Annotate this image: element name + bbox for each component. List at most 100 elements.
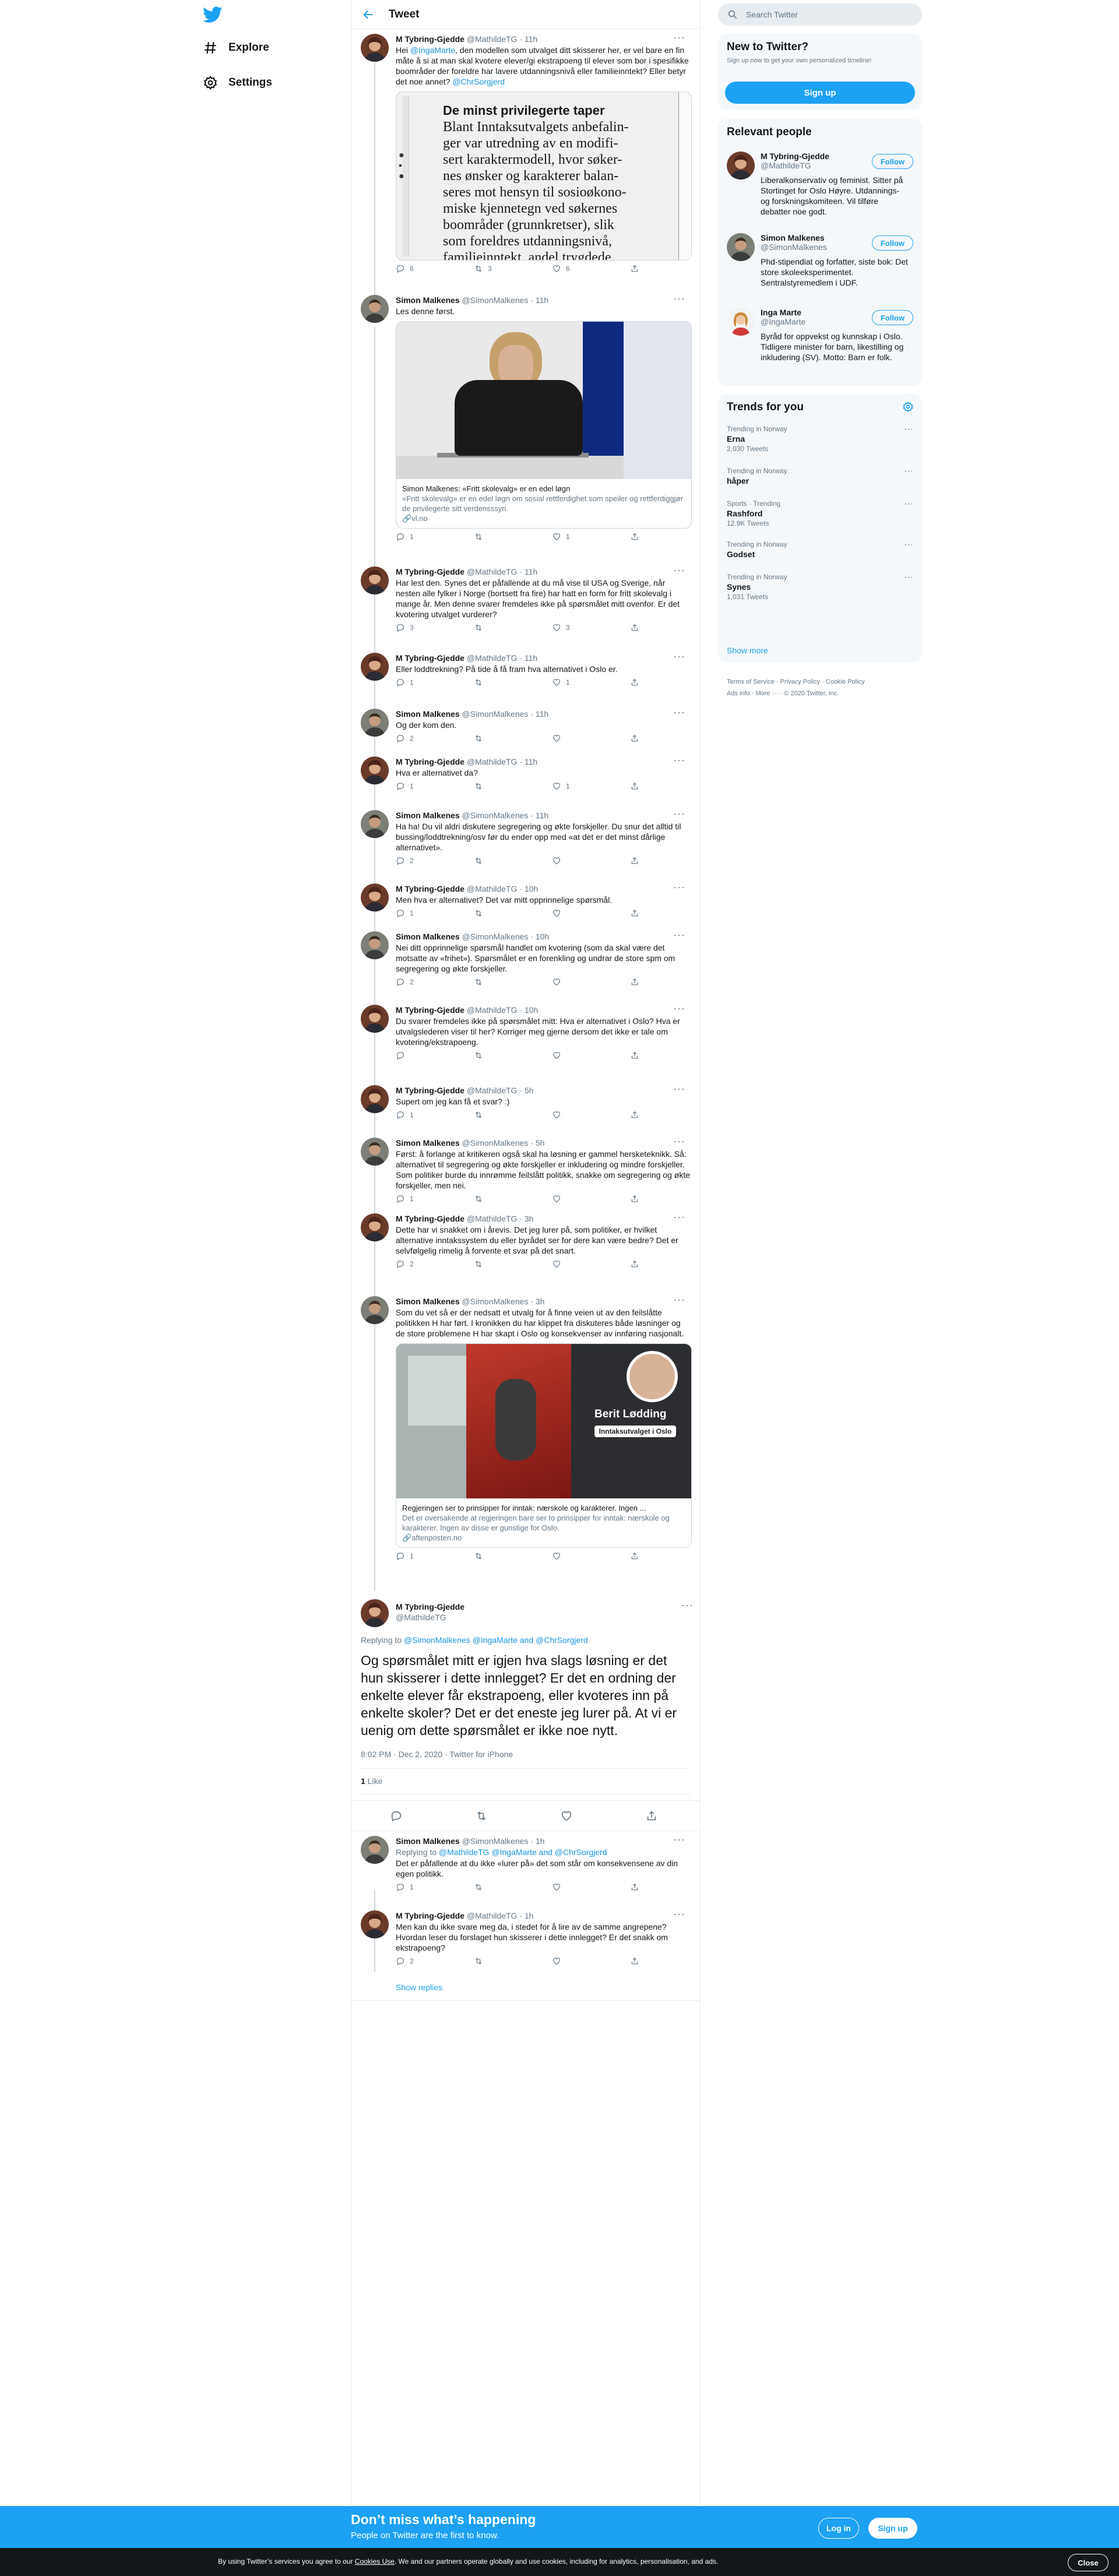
like-button[interactable] [552,856,566,865]
retweet-button[interactable] [474,1882,488,1892]
more-icon[interactable]: ··· [673,650,685,662]
avatar[interactable] [361,1138,389,1166]
person-handle[interactable]: @IngaMarte [761,317,871,326]
reply-button[interactable]: 3 [396,623,414,632]
more-icon[interactable]: ··· [673,929,685,941]
more-icon[interactable]: ··· [904,572,913,583]
more-icon[interactable]: ··· [673,1002,685,1014]
show-more-link[interactable]: Show more [727,646,768,655]
retweet-button[interactable] [474,1956,488,1966]
reply-button[interactable]: 1 [396,1882,414,1892]
author-name[interactable]: Simon Malkenes [396,932,460,941]
author-handle[interactable]: @SimonMalkenes [462,1836,529,1846]
reply-button[interactable]: 2 [396,734,414,743]
settings-gear-icon[interactable] [902,401,914,416]
like-button[interactable] [552,1956,566,1966]
reply-button[interactable] [396,1051,410,1060]
author-name[interactable]: M Tybring-Gjedde [396,1602,465,1612]
retweet-button[interactable] [474,678,488,687]
mention-link[interactable]: @IngaMarte [410,45,455,55]
avatar[interactable] [361,1213,389,1241]
more-icon[interactable]: ··· [673,706,685,718]
trend-item[interactable]: Sports · Trending Rashford 12.9K Tweets ··· [727,499,913,528]
share-button[interactable] [630,1551,644,1561]
avatar[interactable] [727,233,755,261]
author-handle[interactable]: @MathildeTG [467,1005,518,1015]
follow-button[interactable]: Follow [871,235,913,251]
author-handle[interactable]: @SimonMalkenes [462,932,529,941]
tweet-time[interactable]: · 3h [530,1297,544,1306]
like-button[interactable]: 1 [552,678,570,687]
trend-item[interactable]: Trending in Norway Godset ··· [727,540,913,559]
tweet-time[interactable]: · 11h [530,811,548,820]
like-button[interactable] [552,1194,566,1203]
tweet-time[interactable]: · 11h [519,757,537,766]
share-button[interactable] [630,1051,644,1060]
more-icon[interactable]: ··· [673,1135,685,1147]
author-name[interactable]: M Tybring-Gjedde [396,884,465,893]
avatar[interactable] [361,653,389,681]
more-icon[interactable]: ··· [673,31,685,43]
reply-button[interactable]: 2 [396,1259,414,1269]
reply-button[interactable] [390,1810,403,1825]
more-icon[interactable]: ··· [673,1908,685,1920]
author-name[interactable]: Simon Malkenes [396,1836,460,1846]
author-handle[interactable]: @SimonMalkenes [462,1297,529,1306]
retweet-button[interactable] [474,1259,488,1269]
tweet-time[interactable]: · 10h [519,884,538,893]
more-icon[interactable]: ··· [904,499,913,509]
signup-button[interactable]: Sign up [725,82,915,104]
show-replies-link[interactable]: Show replies [396,1983,442,1992]
retweet-button[interactable] [474,977,488,987]
reply-button[interactable]: 1 [396,782,414,791]
tweet-time[interactable]: · 11h [519,567,537,576]
retweet-button[interactable] [474,1110,488,1120]
more-icon[interactable]: ··· [673,754,685,766]
avatar[interactable] [361,756,389,784]
reply-button[interactable]: 1 [396,1194,414,1203]
avatar[interactable] [361,884,389,912]
tweet-time[interactable]: · 11h [530,295,548,305]
reply-button[interactable]: 2 [396,856,414,865]
like-button[interactable] [552,734,566,743]
like-button[interactable] [552,1110,566,1120]
author-name[interactable]: M Tybring-Gjedde [396,653,465,663]
more-icon[interactable]: ··· [673,564,685,576]
reply-button[interactable]: 1 [396,909,414,918]
like-button[interactable] [552,1882,566,1892]
avatar[interactable] [361,1836,389,1864]
avatar[interactable] [361,1296,389,1324]
share-button[interactable] [630,856,644,865]
share-button[interactable] [630,1194,644,1203]
author-handle[interactable]: @SimonMalkenes [462,709,529,719]
more-icon[interactable]: ··· [673,1834,685,1845]
like-button[interactable]: 6 [552,264,570,273]
author-name[interactable]: Simon Malkenes [396,1297,460,1306]
author-name[interactable]: M Tybring-Gjedde [396,567,465,576]
share-button[interactable] [630,734,644,743]
reply-button[interactable]: 2 [396,1956,414,1966]
share-button[interactable] [630,977,644,987]
author-name[interactable]: M Tybring-Gjedde [396,1911,465,1920]
follow-button[interactable]: Follow [871,310,913,325]
follow-button[interactable]: Follow [871,154,913,169]
tweet-time[interactable]: · 11h [530,709,548,719]
retweet-button[interactable] [474,909,488,918]
footer-links[interactable]: Terms of Service · Privacy Policy · Cook… [727,676,865,699]
retweet-button[interactable] [474,1051,488,1060]
author-handle[interactable]: @MathildeTG [467,34,518,44]
like-count[interactable]: 1 Like [361,1776,382,1786]
more-icon[interactable]: ··· [673,881,685,893]
search-bar[interactable]: Search Twitter [718,3,922,26]
mention-link[interactable]: @ChrSorgjerd [452,77,505,86]
more-icon[interactable]: ··· [673,1211,685,1223]
author-name[interactable]: Simon Malkenes [396,295,460,305]
more-icon[interactable]: ··· [673,808,685,819]
share-button[interactable] [645,1810,658,1825]
retweet-button[interactable] [474,623,488,632]
more-icon[interactable]: ··· [681,1599,693,1611]
like-button[interactable] [552,1551,566,1561]
retweet-button[interactable] [475,1810,488,1825]
person-handle[interactable]: @SimonMalkenes [761,242,871,252]
cookie-link[interactable]: Cookies Use [355,2557,395,2566]
